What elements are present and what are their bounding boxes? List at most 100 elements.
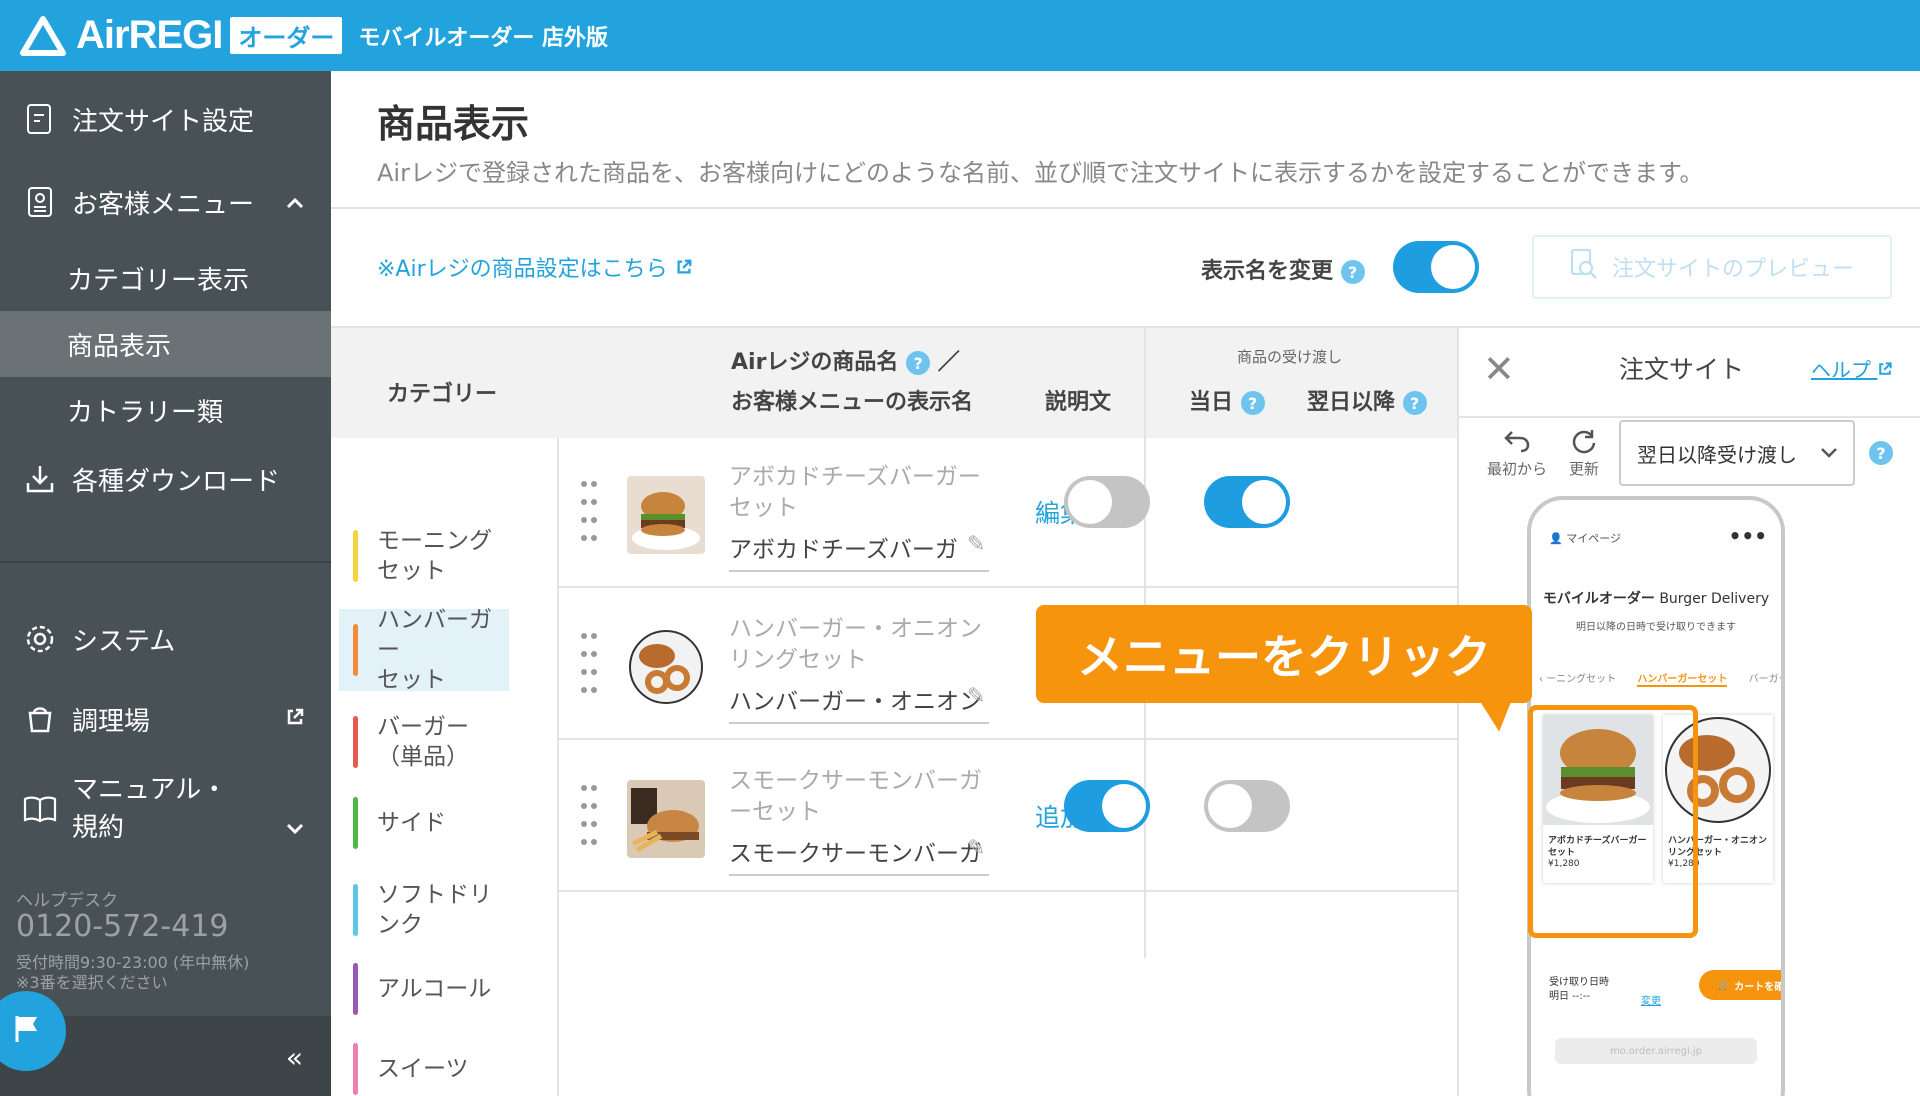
sidebar-item-label: お客様メニュー: [72, 189, 255, 220]
page-description: Airレジで登録された商品を、お客様向けにどのような名前、並び順で注文サイトに表…: [377, 159, 1704, 187]
chevron-down-icon: [1821, 448, 1837, 458]
sidebar-item-product-display[interactable]: 商品表示: [0, 311, 331, 377]
col-display-name: お客様メニューの表示名: [731, 390, 974, 415]
today-toggle[interactable]: [1064, 476, 1150, 528]
sidebar-item-cutlery[interactable]: カトラリー類: [0, 377, 331, 443]
refresh-button[interactable]: 更新: [1559, 428, 1609, 479]
phone-tab[interactable]: バーガー（単品: [1749, 674, 1781, 685]
burger-onion-image: [627, 628, 705, 706]
phone-tab-active[interactable]: ハンバーガーセット: [1637, 674, 1728, 687]
panel-title: 注文サイト: [1619, 355, 1745, 384]
table-header: カテゴリー Airレジの商品名 ? ／ お客様メニューの表示名 説明文 商品の受…: [331, 328, 1457, 438]
category-color-bar: [353, 1043, 358, 1095]
handover-select[interactable]: 翌日以降受け渡し: [1619, 420, 1855, 486]
preview-button[interactable]: 注文サイトのプレビュー: [1532, 235, 1892, 299]
menu-book-icon: [22, 184, 58, 220]
product-row[interactable]: アボカドチーズバーガーセット アボカドチーズバーガ ✎ 編集: [557, 438, 1457, 588]
pencil-icon[interactable]: ✎: [967, 532, 985, 557]
chevron-up-icon: [285, 187, 305, 217]
pickup-change-link[interactable]: 変更: [1641, 992, 1661, 1007]
help-desk-note: ※3番を選択ください: [16, 973, 168, 992]
product-row[interactable]: スモークサーモンバーガーセット スモークサーモンバーガ ✎ 追加: [557, 742, 1457, 892]
sidebar-item-customer-menu[interactable]: お客様メニュー: [0, 171, 331, 233]
col-slash: ／: [937, 350, 960, 375]
external-link-icon: [285, 704, 305, 734]
help-icon[interactable]: ?: [1340, 260, 1365, 284]
external-link-icon: [1879, 362, 1892, 375]
burger-image: [627, 476, 705, 554]
refresh-label: 更新: [1568, 460, 1599, 478]
next-day-toggle[interactable]: [1204, 476, 1290, 528]
category-item[interactable]: モーニング セット: [339, 517, 509, 595]
category-item[interactable]: バーガー （単品）: [339, 701, 509, 783]
cart-icon: 🛒: [1717, 979, 1731, 991]
col-description: 説明文: [1045, 390, 1112, 415]
col-category: カテゴリー: [387, 382, 498, 407]
col-today: 当日 ?: [1189, 384, 1265, 416]
undo-icon: [1504, 431, 1530, 453]
collapse-sidebar-button[interactable]: «: [286, 1041, 303, 1074]
more-icon[interactable]: •••: [1729, 524, 1767, 548]
restart-button[interactable]: 最初から: [1485, 428, 1549, 479]
divider: [1459, 416, 1920, 418]
category-item[interactable]: サイド: [339, 793, 509, 853]
mypage-label: マイページ: [1566, 532, 1621, 545]
next-day-toggle[interactable]: [1204, 780, 1290, 832]
help-icon[interactable]: ?: [1869, 441, 1893, 465]
sidebar-item-system[interactable]: システム: [0, 609, 331, 669]
sidebar-divider: [0, 561, 331, 563]
sidebar-item-manual[interactable]: マニュアル・ 規約: [0, 769, 331, 849]
category-label: ソフトドリ ンク: [377, 882, 492, 938]
today-toggle[interactable]: [1064, 780, 1150, 832]
category-label: アルコール: [377, 976, 492, 1002]
product-name: スモークサーモンバーガーセット: [729, 768, 982, 825]
sidebar-item-kitchen[interactable]: 調理場: [0, 689, 331, 749]
phone-tab[interactable]: ーニングセット: [1546, 674, 1616, 685]
open-book-icon: [22, 791, 58, 827]
toggle-label-text: 表示名を変更: [1201, 259, 1334, 284]
airregi-product-settings-link[interactable]: ※Airレジの商品設定はこちら: [377, 251, 693, 283]
flag-icon: [9, 1012, 43, 1050]
drag-handle-icon[interactable]: [579, 782, 599, 852]
mypage-link[interactable]: 👤 マイページ: [1549, 530, 1621, 546]
view-cart-label: カートを確認する: [1734, 981, 1785, 993]
page-title: 商品表示: [377, 102, 530, 146]
category-item[interactable]: ハンバーガー セット: [339, 607, 509, 693]
category-color-bar: [353, 624, 358, 676]
category-label: ハンバーガー セット: [377, 607, 492, 693]
col-product-name: Airレジの商品名 ? ／: [731, 344, 960, 376]
display-name-input[interactable]: アボカドチーズバーガ: [729, 530, 989, 572]
product-name: ハンバーガー・オニオンリングセット: [729, 616, 982, 673]
display-name-input[interactable]: ハンバーガー・オニオン: [729, 682, 989, 724]
main-content: 商品表示 Airレジで登録された商品を、お客様向けにどのような名前、並び順で注文…: [331, 71, 1920, 1096]
sidebar-item-downloads[interactable]: 各種ダウンロード: [0, 449, 331, 509]
drag-handle-icon[interactable]: [579, 630, 599, 700]
close-icon[interactable]: ✕: [1483, 350, 1515, 388]
sidebar: 注文サイト設定 お客様メニュー カテゴリー表示 商品表示 カトラリー類 各種ダウ…: [0, 71, 331, 1096]
help-icon[interactable]: ?: [906, 351, 931, 375]
view-cart-button[interactable]: 🛒 カートを確認する: [1699, 970, 1785, 1000]
pickup-time-value: 明日 --:--: [1549, 991, 1590, 1002]
category-item[interactable]: スイーツ: [339, 1039, 509, 1096]
display-name-toggle[interactable]: [1393, 241, 1479, 293]
category-item[interactable]: アルコール: [339, 959, 509, 1019]
chevron-down-icon: [285, 771, 305, 847]
handover-select-value: 翌日以降受け渡し: [1637, 442, 1797, 467]
help-desk-phone: 0120-572-419: [16, 909, 229, 944]
category-color-bar: [353, 963, 358, 1015]
col-product-name-label: Airレジの商品名: [731, 350, 899, 375]
help-icon[interactable]: ?: [1240, 391, 1265, 415]
panel-help-link[interactable]: ヘルプ: [1811, 354, 1893, 383]
category-item[interactable]: ソフトドリ ンク: [339, 869, 509, 951]
sidebar-item-category-display[interactable]: カテゴリー表示: [0, 245, 331, 311]
shop-name: モバイルオーダー Burger Delivery: [1531, 588, 1781, 608]
pencil-icon[interactable]: ✎: [967, 684, 985, 709]
pencil-icon[interactable]: ✎: [967, 836, 985, 861]
drag-handle-icon[interactable]: [579, 478, 599, 548]
sidebar-item-order-site[interactable]: 注文サイト設定: [0, 89, 331, 149]
help-icon[interactable]: ?: [1402, 391, 1427, 415]
chevron-left-icon[interactable]: ‹: [1539, 674, 1543, 685]
col-today-label: 当日: [1189, 390, 1234, 415]
shop-name-sub: Burger Delivery: [1659, 591, 1770, 607]
display-name-input[interactable]: スモークサーモンバーガ: [729, 834, 989, 876]
